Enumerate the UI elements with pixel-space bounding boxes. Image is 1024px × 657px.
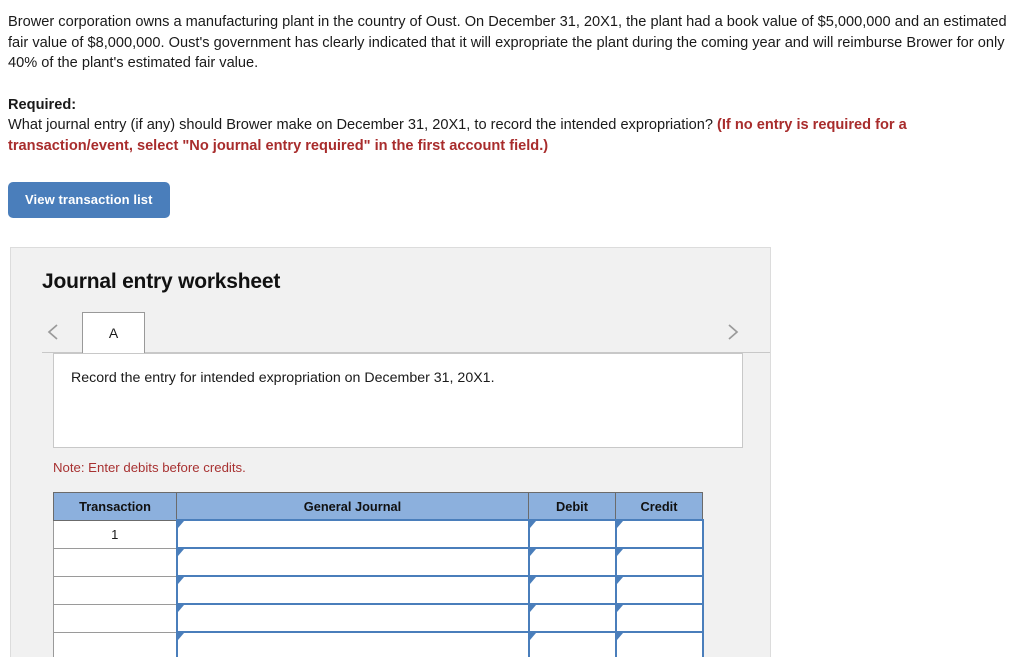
credit-amount-field[interactable]: [614, 547, 704, 577]
general-journal-account-select[interactable]: [175, 603, 530, 633]
required-section: Required: What journal entry (if any) sh…: [0, 95, 1024, 157]
transaction-number-cell: [53, 604, 177, 633]
general-journal-account-select[interactable]: [175, 519, 530, 549]
column-header-transaction: Transaction: [53, 492, 177, 521]
tab-a-label: A: [108, 325, 119, 341]
chevron-right-icon[interactable]: [722, 321, 742, 343]
column-header-general-journal: General Journal: [176, 492, 529, 521]
transaction-number-cell: 1: [53, 519, 177, 549]
debit-amount-field[interactable]: [527, 631, 617, 657]
transaction-number-cell: [53, 576, 177, 605]
tab-a[interactable]: A: [82, 312, 145, 353]
debit-amount-field[interactable]: [527, 519, 617, 549]
column-header-debit: Debit: [528, 492, 616, 521]
general-journal-account-select[interactable]: [175, 631, 530, 657]
column-header-credit: Credit: [615, 492, 703, 521]
transaction-number-cell: [53, 548, 177, 577]
worksheet-instruction-text: Record the entry for intended expropriat…: [71, 370, 495, 386]
journal-entry-worksheet-panel: Journal entry worksheet A Record the ent…: [10, 247, 771, 657]
credit-amount-field[interactable]: [614, 575, 704, 605]
problem-paragraph: Brower corporation owns a manufacturing …: [8, 14, 1007, 71]
table-header-row: Transaction General Journal Debit Credit: [53, 492, 703, 521]
table-row: [53, 631, 704, 657]
required-label: Required:: [8, 96, 77, 113]
worksheet-title: Journal entry worksheet: [42, 270, 281, 293]
debit-amount-field[interactable]: [527, 603, 617, 633]
tab-strip-divider: [42, 352, 770, 353]
debit-amount-field[interactable]: [527, 547, 617, 577]
required-question: What journal entry (if any) should Browe…: [8, 117, 717, 133]
table-row: 1: [53, 519, 704, 549]
credit-amount-field[interactable]: [614, 631, 704, 657]
general-journal-account-select[interactable]: [175, 547, 530, 577]
journal-entry-table: Transaction General Journal Debit Credit…: [53, 492, 704, 657]
debits-before-credits-note: Note: Enter debits before credits.: [53, 460, 246, 475]
debit-amount-field[interactable]: [527, 575, 617, 605]
table-row: [53, 547, 704, 577]
worksheet-tab-bar: A: [11, 312, 770, 353]
table-row: [53, 575, 704, 605]
table-row: [53, 603, 704, 633]
credit-amount-field[interactable]: [614, 603, 704, 633]
chevron-left-icon[interactable]: [44, 321, 64, 343]
worksheet-instruction-box: Record the entry for intended expropriat…: [53, 353, 743, 448]
problem-statement: Brower corporation owns a manufacturing …: [0, 0, 1024, 74]
credit-amount-field[interactable]: [614, 519, 704, 549]
general-journal-account-select[interactable]: [175, 575, 530, 605]
toolbar: View transaction list: [0, 182, 1024, 218]
view-transaction-list-button[interactable]: View transaction list: [8, 182, 170, 218]
transaction-number-cell: [53, 632, 177, 657]
